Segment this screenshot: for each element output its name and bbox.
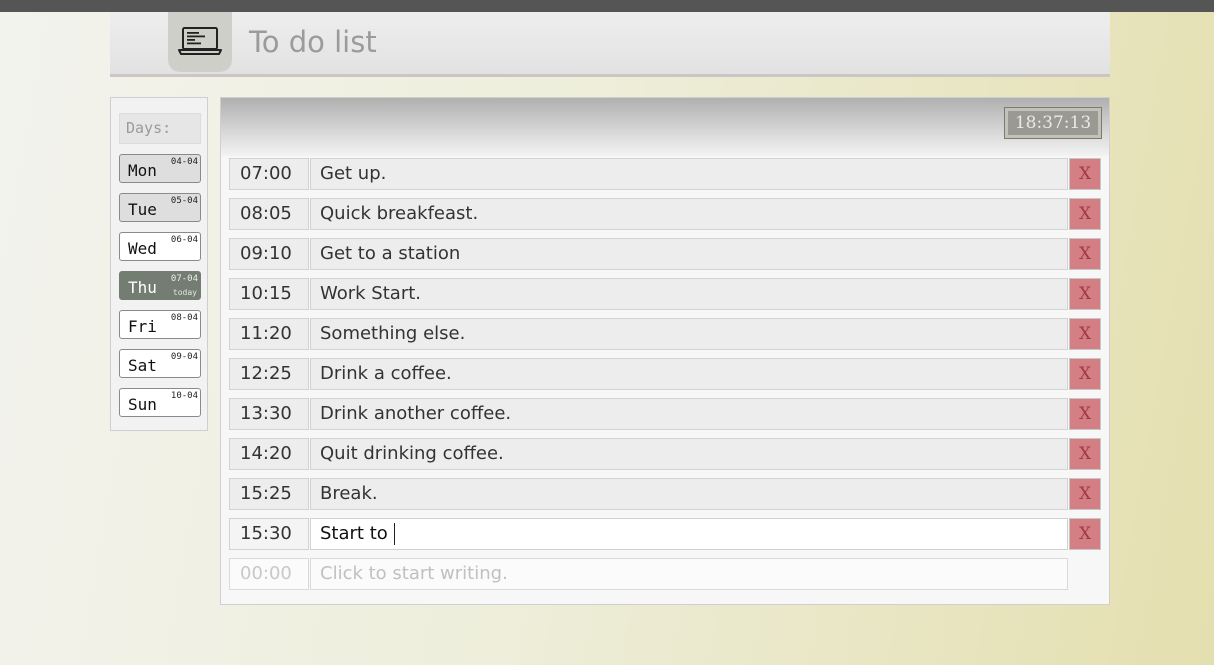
task-time[interactable]: 08:05	[229, 198, 309, 230]
today-label: today	[172, 288, 197, 297]
delete-button[interactable]: X	[1069, 478, 1101, 510]
day-date: 08-04	[170, 313, 198, 323]
task-text[interactable]: Quick breakfeast.	[310, 198, 1068, 230]
day-button-wed[interactable]: Wed 06-04	[119, 232, 201, 261]
task-text[interactable]: Break.	[310, 478, 1068, 510]
task-text-input[interactable]: Start to	[310, 518, 1068, 550]
task-time[interactable]: 10:15	[229, 278, 309, 310]
task-text[interactable]: Quit drinking coffee.	[310, 438, 1068, 470]
day-date: 05-04	[170, 196, 198, 206]
task-time[interactable]: 09:10	[229, 238, 309, 270]
delete-button[interactable]: X	[1069, 518, 1101, 550]
day-name: Sun	[128, 395, 157, 414]
task-text[interactable]: Get up.	[310, 158, 1068, 190]
task-text[interactable]: Drink a coffee.	[310, 358, 1068, 390]
day-name: Mon	[128, 161, 157, 180]
day-button-tue[interactable]: Tue 05-04	[119, 193, 201, 222]
text-caret	[393, 523, 395, 545]
delete-button[interactable]: X	[1069, 198, 1101, 230]
day-name: Fri	[128, 317, 157, 336]
task-time[interactable]: 14:20	[229, 438, 309, 470]
day-button-thu[interactable]: Thu 07-04 today	[119, 271, 201, 300]
task-panel: 18:37:13 07:00 Get up. X 08:05 Quick bre…	[220, 97, 1110, 605]
day-date: 04-04	[170, 157, 198, 167]
task-time[interactable]: 07:00	[229, 158, 309, 190]
delete-button[interactable]: X	[1069, 238, 1101, 270]
task-time[interactable]: 15:30	[229, 518, 309, 550]
delete-button[interactable]: X	[1069, 438, 1101, 470]
day-name: Thu	[128, 278, 157, 297]
day-button-sun[interactable]: Sun 10-04	[119, 388, 201, 417]
day-name: Sat	[128, 356, 157, 375]
day-button-mon[interactable]: Mon 04-04	[119, 154, 201, 183]
task-text[interactable]: Something else.	[310, 318, 1068, 350]
day-button-sat[interactable]: Sat 09-04	[119, 349, 201, 378]
day-date: 06-04	[170, 235, 198, 245]
delete-button[interactable]: X	[1069, 398, 1101, 430]
delete-button[interactable]: X	[1069, 318, 1101, 350]
task-text[interactable]: Work Start.	[310, 278, 1068, 310]
day-date: 10-04	[170, 391, 198, 401]
new-task-time[interactable]: 00:00	[229, 558, 309, 590]
task-time[interactable]: 11:20	[229, 318, 309, 350]
page-title: To do list	[249, 25, 377, 59]
clock-display: 18:37:13	[1004, 107, 1102, 139]
delete-button[interactable]: X	[1069, 158, 1101, 190]
task-time[interactable]: 13:30	[229, 398, 309, 430]
delete-button[interactable]: X	[1069, 358, 1101, 390]
delete-button[interactable]: X	[1069, 278, 1101, 310]
days-panel: Days: Mon 04-04 Tue 05-04 Wed 06-04 Thu …	[110, 97, 208, 431]
task-text[interactable]: Get to a station	[310, 238, 1068, 270]
day-button-fri[interactable]: Fri 08-04	[119, 310, 201, 339]
day-name: Tue	[128, 200, 157, 219]
new-task-text[interactable]: Click to start writing.	[310, 558, 1068, 590]
day-name: Wed	[128, 239, 157, 258]
day-date: 09-04	[170, 352, 198, 362]
task-time[interactable]: 12:25	[229, 358, 309, 390]
app-header: To do list	[110, 12, 1110, 77]
days-label: Days:	[119, 113, 201, 144]
laptop-icon	[168, 12, 232, 72]
task-text[interactable]: Drink another coffee.	[310, 398, 1068, 430]
task-panel-header: 18:37:13	[221, 98, 1109, 156]
task-text-value: Start to	[320, 523, 388, 544]
task-time[interactable]: 15:25	[229, 478, 309, 510]
day-date: 07-04	[170, 274, 198, 284]
top-bar	[0, 0, 1214, 12]
